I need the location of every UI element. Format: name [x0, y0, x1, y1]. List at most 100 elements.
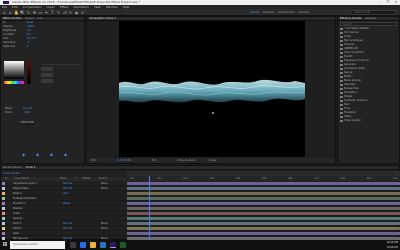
layer-label-color[interactable] — [2, 202, 5, 205]
brush-tool-icon[interactable]: ✎ — [56, 10, 61, 15]
layer-duration-bar[interactable] — [127, 187, 400, 190]
tab-libraries[interactable]: Libraries — [365, 17, 376, 20]
layer-label-color[interactable] — [2, 207, 5, 210]
effect-properties: fx Reset Opacity 100% Brightness 0.0 Con… — [1, 21, 84, 49]
effect-category-label: Generate — [344, 63, 356, 66]
layer-label-color[interactable] — [2, 197, 5, 200]
layer-label-color[interactable] — [2, 182, 5, 185]
app-taskbar-icon[interactable] — [120, 242, 126, 248]
layer-label-color[interactable] — [2, 222, 5, 225]
color-shade-field[interactable] — [4, 61, 24, 79]
edge-browser-icon[interactable] — [80, 242, 86, 248]
layer-label-color[interactable] — [2, 232, 5, 235]
layer-duration-bar[interactable] — [127, 222, 400, 225]
playhead[interactable] — [149, 176, 150, 241]
windows-start-icon[interactable]: ⊞ — [2, 242, 8, 248]
effect-category-label: Utility — [344, 115, 352, 118]
keyframe-icon[interactable]: ◆ — [49, 153, 54, 157]
tab-comp-1[interactable]: Comp 1 — [26, 166, 36, 169]
tab-project[interactable]: Project — [25, 17, 34, 20]
effect-category-label: Color Correction — [344, 51, 365, 54]
layer-duration-bar[interactable] — [127, 192, 400, 195]
tab-effect-controls[interactable]: Effect Controls — [3, 17, 21, 20]
property-row[interactable]: Mode RGB — [3, 111, 83, 115]
workspace-libraries[interactable]: Libraries — [298, 11, 309, 14]
workspace-standard[interactable]: Standard — [263, 11, 274, 14]
tab-render-queue[interactable]: Render Queue — [3, 166, 21, 169]
effect-category-item[interactable]: Video Copilot — [338, 119, 399, 123]
layer-label-color[interactable] — [2, 227, 5, 230]
effect-category-label: Obsolete — [344, 83, 356, 86]
workspace-small-screen[interactable]: Small Screen — [278, 11, 294, 14]
effect-category-label: Perspective — [344, 87, 359, 90]
store-icon[interactable] — [100, 242, 106, 248]
layer-duration-bar[interactable] — [127, 227, 400, 230]
effect-category-label: Channel — [344, 43, 355, 46]
tab-effects-presets[interactable]: Effects & Presets — [340, 17, 361, 20]
layer-duration-bar[interactable] — [127, 202, 400, 205]
eraser-tool-icon[interactable]: ✂ — [68, 10, 73, 15]
effects-list: * Animation Presets 3D Channel Audio Blur &… — [338, 27, 399, 123]
folder-icon — [340, 44, 343, 46]
layer-label-color[interactable] — [2, 187, 5, 190]
composition-canvas[interactable] — [118, 21, 306, 157]
layer-label-color[interactable] — [2, 212, 5, 215]
effects-search-input[interactable]: Search — [340, 22, 397, 26]
after-effects-taskbar-icon[interactable] — [110, 242, 116, 248]
clone-stamp-tool-icon[interactable]: ⎇ — [62, 10, 67, 15]
color-value-field[interactable] — [41, 73, 53, 77]
col-mode: Mode — [59, 177, 67, 180]
timecode-display[interactable]: 0;00;03;06 — [19, 121, 35, 125]
folder-icon — [340, 88, 343, 90]
pen-tool-icon[interactable]: ✒ — [44, 10, 49, 15]
property-row[interactable]: Lightness 0 — [1, 45, 84, 49]
search-help-input[interactable]: Search Help — [350, 10, 396, 15]
pan-behind-tool-icon[interactable]: ✥ — [32, 10, 37, 15]
blend-options: Blend Normal Mode RGB — [3, 107, 83, 115]
resolution-select[interactable]: Full — [152, 159, 156, 162]
keyframe-icon[interactable]: ◆ — [21, 153, 26, 157]
layer-label-color[interactable] — [2, 192, 5, 195]
task-view-icon[interactable] — [70, 242, 76, 248]
folder-icon — [340, 96, 343, 98]
hue-spectrum-slider[interactable] — [4, 81, 24, 84]
folder-icon — [340, 112, 343, 114]
current-time[interactable]: 0;00;03;06 — [117, 159, 131, 162]
views-select[interactable]: 1 View — [208, 159, 216, 162]
keyframe-icon[interactable]: ◆ — [35, 153, 40, 157]
hand-tool-icon[interactable]: ✋ — [14, 10, 19, 15]
zoom-tool-icon[interactable]: 🔍 — [20, 10, 25, 15]
system-clock[interactable]: 12:06 PM 3/9/2018 — [360, 240, 398, 250]
layer-duration-bar[interactable] — [127, 212, 400, 215]
folder-icon — [340, 116, 343, 118]
taskbar-search-input[interactable]: Type here to search — [10, 241, 65, 249]
folder-icon — [340, 28, 343, 30]
tab-info[interactable]: Info — [38, 17, 43, 20]
layer-duration-bar[interactable] — [127, 207, 400, 210]
color-value-field[interactable] — [41, 67, 53, 71]
file-explorer-icon[interactable] — [90, 242, 96, 248]
roto-brush-tool-icon[interactable]: ◉ — [74, 10, 79, 15]
color-value-field[interactable] — [41, 79, 53, 83]
zoom-level[interactable]: 50% — [91, 159, 97, 162]
keyframe-icon[interactable]: ◆ — [63, 153, 68, 157]
layer-label-color[interactable] — [2, 217, 5, 220]
layer-duration-bar[interactable] — [127, 232, 400, 235]
composition-footer: 50% 0;00;03;06 Full Active Camera 1 View — [87, 158, 335, 163]
effect-category-label: Text — [344, 103, 350, 106]
folder-icon — [340, 80, 343, 82]
puppet-tool-icon[interactable]: ⌖ — [80, 10, 85, 15]
layer-duration-bar[interactable] — [127, 182, 400, 185]
rotation-tool-icon[interactable]: ↻ — [26, 10, 31, 15]
type-tool-icon[interactable]: T — [50, 10, 55, 15]
view-select[interactable]: Active Camera — [177, 159, 195, 162]
rectangle-tool-icon[interactable]: ▭ — [38, 10, 43, 15]
layer-duration-bar[interactable] — [127, 217, 400, 220]
timeline-timecode[interactable]: 0;00;03;06 — [3, 171, 23, 176]
home-icon[interactable]: ⌂ — [2, 10, 7, 15]
selection-tool-icon[interactable]: ▸ — [8, 10, 13, 15]
tab-composition[interactable]: Composition: Comp 1 — [89, 17, 116, 20]
layer-duration-bar[interactable] — [127, 197, 400, 200]
col-t: T — [75, 177, 77, 180]
workspace-default[interactable]: Default — [250, 11, 259, 14]
